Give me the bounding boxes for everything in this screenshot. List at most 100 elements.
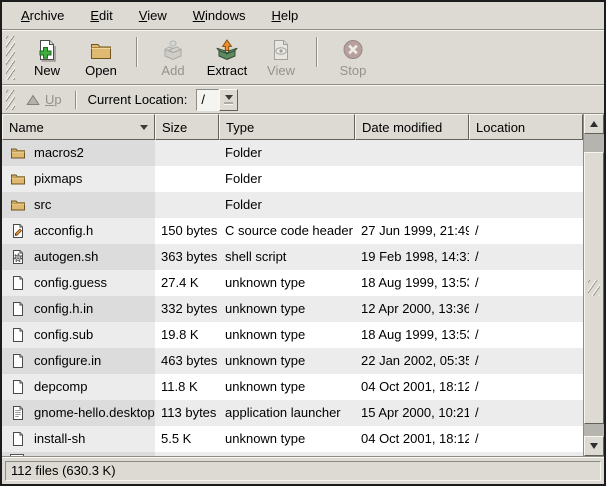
locationbar-separator — [75, 91, 77, 109]
file-name: config.sub — [34, 322, 93, 348]
menu-help[interactable]: Help — [258, 4, 311, 27]
cell-size: 11.8 K — [155, 374, 219, 400]
toolbar-drag-handle[interactable] — [6, 36, 15, 80]
cell-location: / — [469, 270, 583, 296]
table-row[interactable]: configure.in 463 bytes unknown type 22 J… — [2, 348, 583, 374]
status-bar: 112 files (630.3 K) — [2, 458, 604, 484]
cell-date-modified: 19 Feb 1998, 14:31 — [355, 244, 469, 270]
column-header-size[interactable]: Size — [155, 114, 219, 140]
cell-location: / — [469, 296, 583, 322]
scroll-up-button[interactable] — [584, 114, 604, 134]
cell-size: 27.4 K — [155, 270, 219, 296]
scroll-down-button[interactable] — [584, 436, 604, 456]
table-row[interactable]: config.sub 19.8 K unknown type 18 Aug 19… — [2, 322, 583, 348]
scrollbar-trough[interactable] — [584, 134, 604, 436]
cell-type: unknown type — [219, 374, 355, 400]
column-header-name[interactable]: Name — [2, 114, 155, 140]
cell-type: unknown type — [219, 322, 355, 348]
cell-date-modified: 04 Oct 2001, 18:12 — [355, 374, 469, 400]
plain-file-icon — [10, 379, 26, 395]
status-text: 112 files (630.3 K) — [11, 463, 116, 478]
file-name: configure.in — [34, 348, 101, 374]
cell-size: 5.5 K — [155, 426, 219, 452]
table-row[interactable]: depcomp 11.8 K unknown type 04 Oct 2001,… — [2, 374, 583, 400]
cell-location — [469, 140, 583, 166]
menu-view[interactable]: View — [126, 4, 180, 27]
menubar: Archive Edit View Windows Help — [2, 2, 604, 29]
cell-name: src — [2, 192, 155, 218]
desktop-launcher-file-icon — [10, 405, 26, 421]
cell-date-modified: 22 Jan 2002, 05:35 — [355, 348, 469, 374]
cell-size: 19.8 K — [155, 322, 219, 348]
table-row[interactable]: gnome-hello.desktop 113 bytes applicatio… — [2, 400, 583, 426]
extract-icon — [215, 38, 239, 62]
open-button[interactable]: Open — [74, 33, 128, 83]
cell-size — [155, 166, 219, 192]
cell-name: config.h.in — [2, 296, 155, 322]
table-row[interactable]: config.h.in 332 bytes unknown type 12 Ap… — [2, 296, 583, 322]
table-row[interactable]: pixmaps Folder — [2, 166, 583, 192]
menu-archive[interactable]: Archive — [8, 4, 77, 27]
table-header: Name Size Type Date modified Location — [2, 114, 583, 140]
column-header-location[interactable]: Location — [469, 114, 583, 140]
cell-location — [469, 192, 583, 218]
table-row[interactable]: src Folder — [2, 192, 583, 218]
current-location-label: Current Location: — [88, 92, 188, 107]
plain-file-icon — [10, 431, 26, 447]
menu-windows[interactable]: Windows — [180, 4, 259, 27]
folder-icon — [10, 145, 26, 161]
table-row[interactable]: acconfig.h 150 bytes C source code heade… — [2, 218, 583, 244]
cell-location — [469, 166, 583, 192]
shell-script-file-icon — [10, 249, 26, 265]
scrollbar-thumb[interactable] — [584, 152, 604, 424]
cell-date-modified: 27 Jun 1999, 21:49 — [355, 218, 469, 244]
file-name: autogen.sh — [34, 244, 98, 270]
up-button[interactable]: Up — [20, 90, 68, 109]
cell-location: / — [469, 374, 583, 400]
file-name: config.guess — [34, 270, 107, 296]
cell-name: autogen.sh — [2, 244, 155, 270]
column-header-type[interactable]: Type — [219, 114, 355, 140]
new-button[interactable]: New — [20, 33, 74, 83]
view-button[interactable]: View — [254, 33, 308, 83]
cell-size — [155, 140, 219, 166]
cell-size: 463 bytes — [155, 348, 219, 374]
cell-type: Folder — [219, 140, 355, 166]
extract-button[interactable]: Extract — [200, 33, 254, 83]
cell-type: C source code header — [219, 218, 355, 244]
column-header-date-modified[interactable]: Date modified — [355, 114, 469, 140]
table-row[interactable]: autogen.sh 363 bytes shell script 19 Feb… — [2, 244, 583, 270]
sort-indicator-icon — [140, 125, 148, 130]
table-row[interactable]: config.guess 27.4 K unknown type 18 Aug … — [2, 270, 583, 296]
cell-type: Folder — [219, 166, 355, 192]
table-row[interactable]: install-sh 5.5 K unknown type 04 Oct 200… — [2, 426, 583, 452]
cell-type: shell script — [219, 244, 355, 270]
status-frame: 112 files (630.3 K) — [5, 461, 601, 481]
menu-edit[interactable]: Edit — [77, 4, 125, 27]
cell-name: depcomp — [2, 374, 155, 400]
stop-button[interactable]: Stop — [326, 33, 380, 83]
cell-date-modified: 18 Aug 1999, 13:53 — [355, 322, 469, 348]
cell-type: unknown type — [219, 270, 355, 296]
locationbar-drag-handle[interactable] — [6, 90, 15, 110]
file-list: macros2 Folder pixmaps Folder src Folder… — [2, 140, 583, 452]
cell-type: unknown type — [219, 296, 355, 322]
cell-size: 150 bytes — [155, 218, 219, 244]
location-combo-value[interactable]: / — [196, 89, 219, 111]
table-row[interactable]: macros2 Folder — [2, 140, 583, 166]
folder-icon — [10, 171, 26, 187]
file-name: depcomp — [34, 374, 87, 400]
location-combo-dropdown[interactable] — [219, 89, 238, 111]
arrow-down-icon — [590, 443, 598, 449]
cell-location: / — [469, 400, 583, 426]
plain-file-icon — [10, 353, 26, 369]
cell-date-modified: 04 Oct 2001, 18:12 — [355, 426, 469, 452]
add-button[interactable]: Add — [146, 33, 200, 83]
plain-file-icon — [10, 275, 26, 291]
cell-name: config.guess — [2, 270, 155, 296]
up-button-label: Up — [45, 92, 62, 107]
toolbar-separator — [316, 37, 318, 67]
cell-date-modified — [355, 140, 469, 166]
cell-location: / — [469, 348, 583, 374]
cell-size: 113 bytes — [155, 400, 219, 426]
